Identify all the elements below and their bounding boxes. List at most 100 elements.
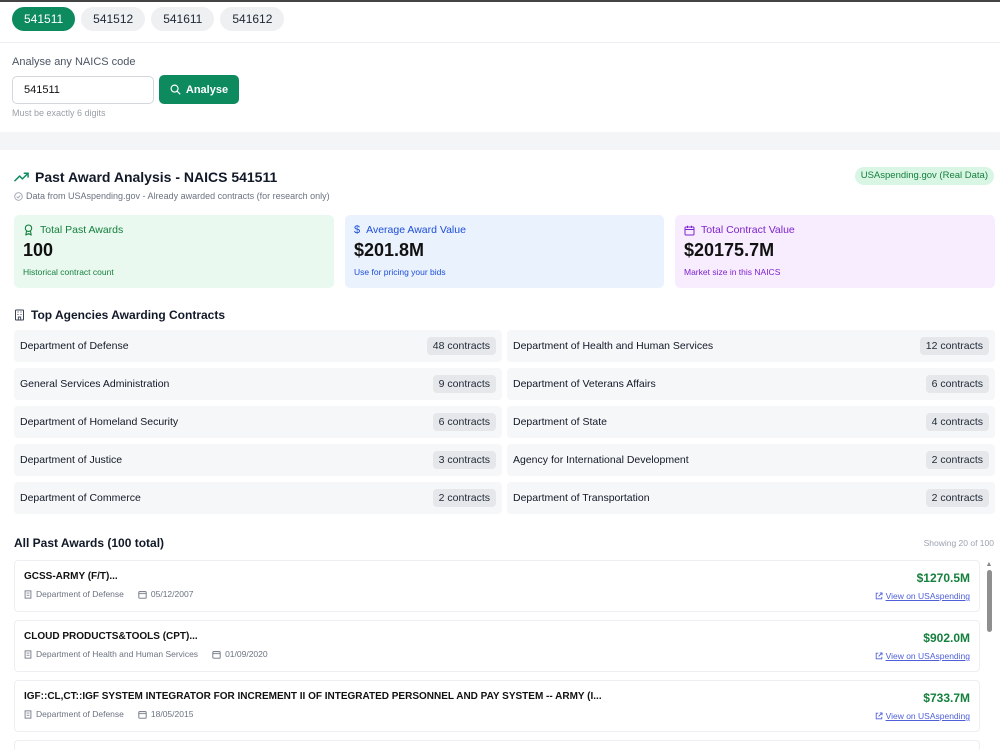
view-on-usaspending-link[interactable]: View on USAspending bbox=[875, 711, 970, 721]
page-title-text: Past Award Analysis - NAICS 541511 bbox=[35, 169, 278, 185]
naics-selector-card: 541511 541512 541611 541612 Analyse any … bbox=[0, 2, 1000, 132]
agency-item: General Services Administration 9 contrac… bbox=[14, 368, 502, 400]
award-title: CLOUD PRODUCTS&TOOLS (CPT)... bbox=[24, 631, 198, 642]
agencies-grid: Department of Defense 48 contracts Depart… bbox=[14, 330, 995, 514]
award-date: 01/09/2020 bbox=[225, 649, 268, 659]
dollar-icon: $ bbox=[354, 224, 361, 236]
naics-chip-541611[interactable]: 541611 bbox=[151, 7, 215, 31]
award-title: GCSS-ARMY (F/T)... bbox=[24, 571, 118, 582]
agency-item: Department of Defense 48 contracts bbox=[14, 330, 502, 362]
agency-contract-count: 2 contracts bbox=[925, 489, 989, 507]
award-row: CLOUD PRODUCTS&TOOLS (CPT)... Department… bbox=[14, 620, 980, 672]
agency-contract-count: 2 contracts bbox=[432, 489, 496, 507]
link-label: View on USAspending bbox=[885, 711, 970, 721]
agency-name: Department of Commerce bbox=[20, 492, 141, 504]
past-award-analysis-card: Past Award Analysis - NAICS 541511 Data … bbox=[0, 150, 1000, 750]
stat-total-past-awards: Total Past Awards 100 Historical contrac… bbox=[14, 215, 334, 288]
agency-item: Department of Commerce 2 contracts bbox=[14, 482, 502, 514]
agency-contract-count: 3 contracts bbox=[432, 451, 496, 469]
naics-chip-541612[interactable]: 541612 bbox=[220, 7, 285, 31]
agency-contract-count: 4 contracts bbox=[925, 413, 989, 431]
link-label: View on USAspending bbox=[885, 591, 970, 601]
agency-contract-count: 6 contracts bbox=[432, 413, 496, 431]
award-amount: $733.7M bbox=[923, 691, 970, 705]
search-icon bbox=[170, 84, 181, 95]
stat-total-value: 100 bbox=[23, 240, 54, 260]
award-meta: Department of Defense 05/12/2007 bbox=[24, 589, 193, 599]
agency-name: Department of Defense bbox=[20, 340, 129, 352]
award-row: GCSS-ARMY (F/T)... Department of Defense… bbox=[14, 560, 980, 612]
agency-item: Department of Justice 3 contracts bbox=[14, 444, 502, 476]
check-circle-icon bbox=[14, 191, 23, 201]
stat-total-header: Total Past Awards bbox=[23, 224, 325, 236]
building-icon bbox=[15, 309, 24, 321]
stat-contract-header: Total Contract Value bbox=[684, 224, 986, 236]
showing-count: Showing 20 of 100 bbox=[923, 538, 994, 548]
award-row: IGF::CL,CT::IGF SYSTEM INTEGRATOR FOR IN… bbox=[14, 680, 980, 732]
calendar-icon bbox=[138, 710, 147, 719]
award-agency: Department of Defense bbox=[36, 589, 124, 599]
agency-contract-count: 9 contracts bbox=[432, 375, 496, 393]
agency-item: Department of Health and Human Services 1… bbox=[507, 330, 995, 362]
agency-item: Department of Veterans Affairs 6 contract… bbox=[507, 368, 995, 400]
agency-item: Department of Homeland Security 6 contrac… bbox=[14, 406, 502, 438]
building-icon bbox=[24, 709, 32, 719]
agency-contract-count: 12 contracts bbox=[919, 337, 989, 355]
agency-name: Department of Transportation bbox=[513, 492, 650, 504]
building-icon bbox=[24, 589, 32, 599]
agencies-title-text: Top Agencies Awarding Contracts bbox=[31, 308, 226, 322]
data-source-badge: USAspending.gov (Real Data) bbox=[854, 167, 994, 185]
agency-contract-count: 2 contracts bbox=[925, 451, 989, 469]
link-label: View on USAspending bbox=[885, 651, 970, 661]
award-icon bbox=[24, 224, 33, 236]
agencies-section-title: Top Agencies Awarding Contracts bbox=[14, 308, 225, 322]
naics-chips: 541511 541512 541611 541612 bbox=[12, 7, 285, 31]
award-date: 05/12/2007 bbox=[150, 589, 194, 599]
agency-item: Department of Transportation 2 contracts bbox=[507, 482, 995, 514]
stat-average-label: Average Award Value bbox=[366, 224, 466, 236]
external-link-icon bbox=[875, 592, 883, 600]
calendar-icon bbox=[684, 225, 695, 235]
analyse-button[interactable]: Analyse bbox=[159, 75, 239, 104]
building-icon bbox=[24, 649, 32, 659]
naics-code-input[interactable] bbox=[12, 76, 154, 104]
page-subtitle-text: Data from USAspending.gov - Already awar… bbox=[26, 191, 330, 201]
view-on-usaspending-link[interactable]: View on USAspending bbox=[875, 651, 970, 661]
view-on-usaspending-link[interactable]: View on USAspending bbox=[875, 591, 970, 601]
stat-average-award-value: $ Average Award Value $201.8M Use for pr… bbox=[345, 215, 664, 288]
stat-contract-label: Total Contract Value bbox=[701, 224, 795, 236]
award-date: 18/05/2015 bbox=[150, 709, 194, 719]
award-meta: Department of Health and Human Services … bbox=[24, 649, 268, 659]
scrollbar-thumb[interactable] bbox=[987, 570, 992, 632]
stat-contract-value: $20175.7M bbox=[684, 240, 775, 260]
external-link-icon bbox=[875, 652, 883, 660]
award-amount: $1270.5M bbox=[916, 571, 970, 585]
calendar-icon bbox=[138, 590, 147, 599]
stat-average-value: $201.8M bbox=[354, 240, 425, 260]
stat-average-footnote: Use for pricing your bids bbox=[354, 267, 446, 277]
agency-name: General Services Administration bbox=[20, 378, 170, 390]
analyse-button-label: Analyse bbox=[185, 83, 229, 96]
scroll-up-arrow-icon[interactable]: ▲ bbox=[985, 561, 993, 569]
agency-item: Department of State 4 contracts bbox=[507, 406, 995, 438]
calendar-icon bbox=[212, 650, 221, 659]
stat-total-contract-value: Total Contract Value $20175.7M Market si… bbox=[675, 215, 995, 288]
agency-name: Department of State bbox=[513, 416, 607, 428]
naics-chip-541512[interactable]: 541512 bbox=[81, 7, 146, 31]
all-awards-title: All Past Awards (100 total) bbox=[14, 536, 165, 550]
award-amount: $902.0M bbox=[923, 631, 970, 645]
input-hint: Must be exactly 6 digits bbox=[12, 108, 106, 118]
agency-contract-count: 6 contracts bbox=[925, 375, 989, 393]
stat-contract-footnote: Market size in this NAICS bbox=[684, 267, 781, 277]
stat-total-label: Total Past Awards bbox=[40, 224, 124, 236]
stat-total-footnote: Historical contract count bbox=[23, 267, 114, 277]
analyse-label: Analyse any NAICS code bbox=[12, 56, 136, 68]
agency-contract-count: 48 contracts bbox=[426, 337, 496, 355]
external-link-icon bbox=[875, 712, 883, 720]
award-row bbox=[14, 740, 980, 750]
agency-name: Department of Health and Human Services bbox=[513, 340, 714, 352]
agency-name: Department of Justice bbox=[20, 454, 123, 466]
agency-item: Agency for International Development 2 co… bbox=[507, 444, 995, 476]
naics-chip-541511[interactable]: 541511 bbox=[12, 7, 76, 31]
award-agency: Department of Health and Human Services bbox=[36, 649, 199, 659]
